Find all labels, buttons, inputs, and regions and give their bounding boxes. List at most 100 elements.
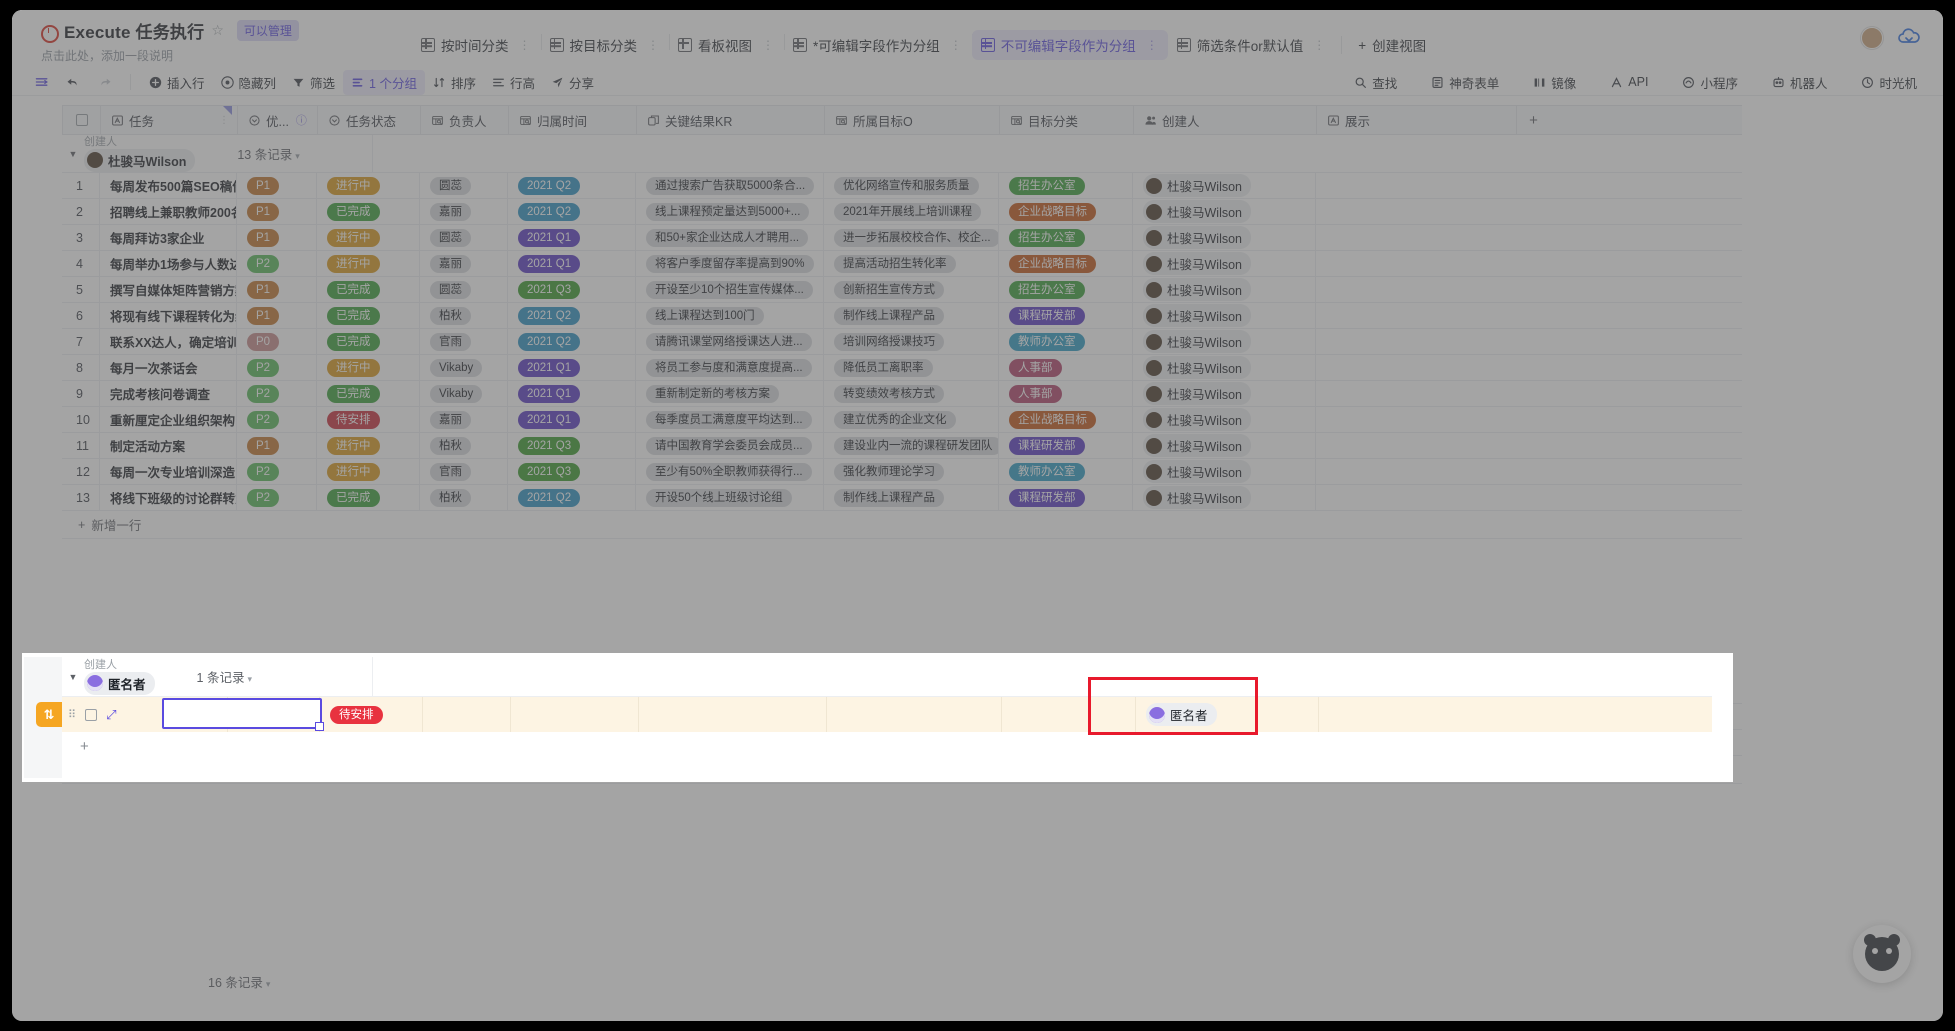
- cell-kr[interactable]: 将客户季度留存率提高到90%: [636, 251, 824, 276]
- cell-objective[interactable]: 制作线上课程产品: [824, 303, 999, 328]
- cell-category[interactable]: 企业战略目标: [999, 407, 1133, 432]
- cell-kr[interactable]: 开设50个线上班级讨论组: [636, 485, 824, 510]
- cell-creator[interactable]: 杜骏马Wilson: [1133, 199, 1316, 224]
- cell-display[interactable]: [1316, 355, 1516, 380]
- cell-priority[interactable]: P1: [237, 173, 317, 198]
- cell-creator[interactable]: 杜骏马Wilson: [1133, 433, 1316, 458]
- column-header-task[interactable]: 任务 ⋮: [101, 106, 238, 134]
- cell-category[interactable]: 招生办公室: [999, 173, 1133, 198]
- cell-status[interactable]: 已完成: [317, 199, 420, 224]
- create-view-button[interactable]: + 创建视图: [1348, 30, 1436, 60]
- cell-kr[interactable]: 重新制定新的考核方案: [636, 381, 824, 406]
- redo-button[interactable]: [89, 72, 120, 93]
- cell-priority[interactable]: P0: [237, 329, 317, 354]
- cell-objective[interactable]: 降低员工离职率: [824, 355, 999, 380]
- cell-period[interactable]: 2021 Q2: [508, 303, 636, 328]
- cell-category[interactable]: 企业战略目标: [999, 251, 1133, 276]
- cell-period[interactable]: 2021 Q1: [508, 381, 636, 406]
- cell-objective[interactable]: 进一步拓展校校合作、校企...: [824, 225, 999, 250]
- column-header-category[interactable]: 目标分类: [1000, 106, 1134, 134]
- cell-category[interactable]: 课程研发部: [999, 303, 1133, 328]
- cell-task[interactable]: 每周举办1场参与人数达3000...: [100, 251, 237, 276]
- cell-task[interactable]: 完成考核问卷调查: [100, 381, 237, 406]
- cell-row-index[interactable]: 7: [62, 329, 100, 354]
- cell-status[interactable]: 进行中: [317, 251, 420, 276]
- cell-task[interactable]: 每周发布500篇SEO稿件: [100, 173, 237, 198]
- cell-task[interactable]: 将线下班级的讨论群转为线...: [100, 485, 237, 510]
- magic-form-button[interactable]: 神奇表单: [1423, 70, 1507, 95]
- cell-row-index[interactable]: 3: [62, 225, 100, 250]
- column-header-status[interactable]: 任务状态: [318, 106, 421, 134]
- add-row-button-anonymous[interactable]: +: [62, 732, 1712, 760]
- cell-status[interactable]: 进行中: [317, 225, 420, 250]
- hide-column-button[interactable]: 隐藏列: [213, 70, 285, 95]
- row-height-button[interactable]: 行高: [484, 70, 543, 95]
- cell-period[interactable]: 2021 Q3: [508, 459, 636, 484]
- table-row[interactable]: 7 联系XX达人，确定培训时间 P0 已完成 官雨 2021 Q2 请腾讯课堂网络授课达人进…: [62, 329, 1742, 355]
- cell-task[interactable]: 重新厘定企业组织架构: [100, 407, 237, 432]
- cell-task[interactable]: 联系XX达人，确定培训时间: [100, 329, 237, 354]
- column-header-objective[interactable]: 所属目标O: [825, 106, 1000, 134]
- tab-menu-icon[interactable]: ⋮: [1313, 38, 1326, 52]
- tab-menu-icon[interactable]: ⋮: [519, 38, 532, 52]
- task-cell-editor[interactable]: [162, 698, 324, 731]
- cell-priority[interactable]: P2: [237, 381, 317, 406]
- tab-view-3[interactable]: *可编辑字段作为分组 ⋮: [784, 30, 973, 60]
- column-header-kr[interactable]: 关键结果KR: [637, 106, 825, 134]
- cell-category[interactable]: 招生办公室: [999, 225, 1133, 250]
- table-row[interactable]: 8 每月一次茶话会 P2 进行中 Vikaby 2021 Q1 将员工参与度和满意度提高..…: [62, 355, 1742, 381]
- column-header-creator[interactable]: 创建人: [1134, 106, 1317, 134]
- cell-status[interactable]: 待安排: [320, 697, 423, 732]
- cell-status[interactable]: 进行中: [317, 433, 420, 458]
- cell-owner[interactable]: 官雨: [420, 329, 508, 354]
- cell-creator[interactable]: 杜骏马Wilson: [1133, 329, 1316, 354]
- cell-display[interactable]: [1316, 329, 1516, 354]
- cell-owner[interactable]: [423, 697, 511, 732]
- cell-row-index[interactable]: 6: [62, 303, 100, 328]
- cell-creator[interactable]: 杜骏马Wilson: [1133, 277, 1316, 302]
- time-machine-button[interactable]: 时光机: [1853, 70, 1925, 95]
- cell-display[interactable]: [1316, 303, 1516, 328]
- cell-status[interactable]: 进行中: [317, 355, 420, 380]
- miniapp-button[interactable]: 小程序: [1674, 70, 1746, 95]
- cell-status[interactable]: 已完成: [317, 381, 420, 406]
- cell-objective[interactable]: 2021年开展线上培训课程: [824, 199, 999, 224]
- table-row[interactable]: 10 重新厘定企业组织架构 P2 待安排 嘉丽 2021 Q1 每季度员工满意度平均达到..…: [62, 407, 1742, 433]
- cell-display[interactable]: [1316, 251, 1516, 276]
- cell-row-index[interactable]: 10: [62, 407, 100, 432]
- cell-task[interactable]: 每周一次专业培训深造: [100, 459, 237, 484]
- cell-creator[interactable]: 杜骏马Wilson: [1133, 485, 1316, 510]
- cell-objective[interactable]: [827, 697, 1002, 732]
- cell-display[interactable]: [1316, 199, 1516, 224]
- table-row[interactable]: 11 制定活动方案 P1 进行中 柏秋 2021 Q3 请中国教育学会委员会成员... 建设业…: [62, 433, 1742, 459]
- cell-display[interactable]: [1316, 381, 1516, 406]
- sync-cloud-icon[interactable]: [1897, 26, 1921, 50]
- cell-display[interactable]: [1316, 277, 1516, 302]
- cell-row-index[interactable]: 8: [62, 355, 100, 380]
- cell-row-index[interactable]: 9: [62, 381, 100, 406]
- cell-period[interactable]: 2021 Q3: [508, 433, 636, 458]
- cell-period[interactable]: 2021 Q1: [508, 355, 636, 380]
- cell-task[interactable]: 招聘线上兼职教师200名: [100, 199, 237, 224]
- insert-row-button[interactable]: 插入行: [141, 70, 213, 95]
- cell-display[interactable]: [1316, 225, 1516, 250]
- cell-owner[interactable]: 圆蕊: [420, 277, 508, 302]
- group-button[interactable]: 1 个分组: [343, 69, 425, 95]
- add-column-button[interactable]: +: [1517, 106, 1550, 134]
- table-row[interactable]: 9 完成考核问卷调查 P2 已完成 Vikaby 2021 Q1 重新制定新的考核方案 转变绩…: [62, 381, 1742, 407]
- tab-view-4-active[interactable]: 不可编辑字段作为分组 ⋮: [971, 30, 1168, 60]
- cell-kr[interactable]: 线上课程达到100门: [636, 303, 824, 328]
- cell-kr[interactable]: 每季度员工满意度平均达到...: [636, 407, 824, 432]
- cell-objective[interactable]: 优化网络宣传和服务质量: [824, 173, 999, 198]
- cell-priority[interactable]: P2: [237, 459, 317, 484]
- column-header-priority[interactable]: 优... ⓘ: [238, 106, 318, 134]
- cell-period[interactable]: 2021 Q2: [508, 199, 636, 224]
- cell-status[interactable]: 已完成: [317, 485, 420, 510]
- assistant-fab[interactable]: [1853, 925, 1911, 983]
- cell-creator[interactable]: 杜骏马Wilson: [1133, 355, 1316, 380]
- cell-kr[interactable]: 和50+家企业达成人才聘用...: [636, 225, 824, 250]
- cell-period[interactable]: 2021 Q1: [508, 407, 636, 432]
- tab-view-5[interactable]: 筛选条件or默认值 ⋮: [1168, 30, 1336, 60]
- cell-objective[interactable]: 转变绩效考核方式: [824, 381, 999, 406]
- cell-objective[interactable]: 强化教师理论学习: [824, 459, 999, 484]
